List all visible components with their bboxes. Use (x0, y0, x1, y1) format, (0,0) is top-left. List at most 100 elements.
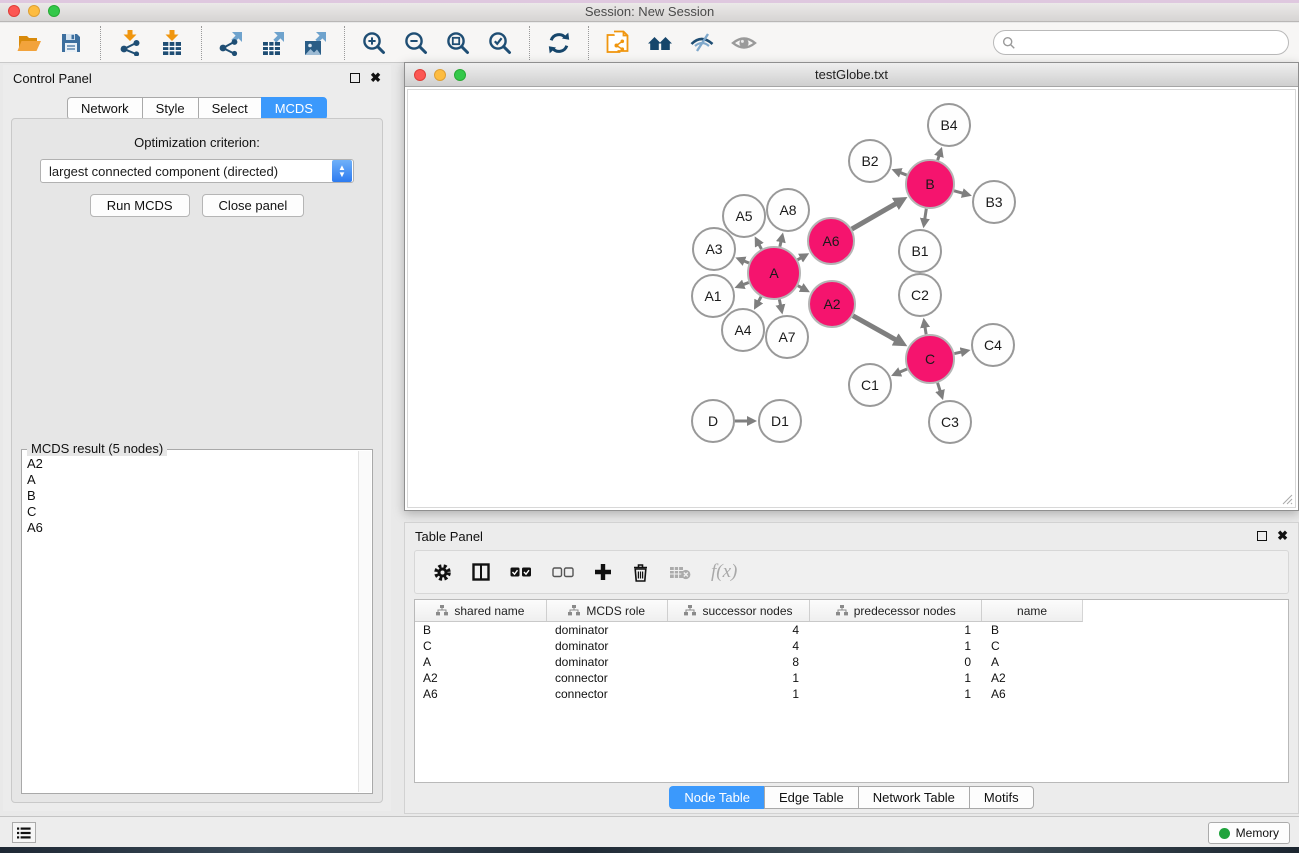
graph-edge[interactable] (925, 327, 926, 335)
export-image-button[interactable] (301, 29, 329, 57)
result-item[interactable]: B (27, 488, 358, 504)
network-file-button[interactable] (604, 29, 632, 57)
table-row[interactable]: Adominator80A (415, 654, 1288, 670)
column-header-shared-name[interactable]: shared name (415, 600, 547, 621)
close-panel-icon[interactable]: ✖ (370, 70, 381, 86)
table-cell: 4 (668, 639, 811, 653)
graph-edge[interactable] (938, 383, 941, 392)
zoom-selected-icon (487, 30, 513, 56)
import-network-button[interactable] (116, 29, 144, 57)
function-builder-button[interactable]: f(x) (711, 561, 737, 583)
search-field[interactable] (993, 30, 1289, 55)
tab-style[interactable]: Style (142, 97, 198, 120)
graph-edge[interactable] (954, 191, 963, 194)
table-cell: 1 (668, 687, 811, 701)
criterion-select[interactable]: largest connected component (directed) ▲… (40, 159, 354, 183)
zoom-in-icon (361, 30, 387, 56)
graph-edge[interactable] (852, 203, 896, 229)
table-toolbar: f(x) (414, 550, 1289, 594)
memory-button[interactable]: Memory (1208, 822, 1290, 844)
table-close-panel-icon[interactable]: ✖ (1277, 528, 1288, 544)
export-network-button[interactable] (217, 29, 245, 57)
gear-icon (433, 563, 452, 582)
zoom-out-button[interactable] (402, 29, 430, 57)
refresh-button[interactable] (545, 29, 573, 57)
result-item[interactable]: A2 (27, 456, 358, 472)
table-settings-button[interactable] (433, 563, 452, 582)
table-row[interactable]: A6connector11A6 (415, 686, 1288, 702)
table-float-panel-icon[interactable] (1257, 531, 1267, 541)
table-cell: 8 (668, 655, 811, 669)
column-header-name[interactable]: name (982, 600, 1082, 621)
table-row[interactable]: Cdominator41C (415, 638, 1288, 654)
save-session-button[interactable] (57, 29, 85, 57)
delete-table-button[interactable] (669, 565, 691, 580)
close-panel-button[interactable]: Close panel (202, 194, 305, 217)
titlebar-accent (0, 0, 1299, 3)
tab-node-table[interactable]: Node Table (669, 786, 764, 809)
column-header-predecessor-nodes[interactable]: predecessor nodes (810, 600, 982, 621)
graph-edge[interactable] (900, 172, 907, 175)
export-table-button[interactable] (259, 29, 287, 57)
graph-edge[interactable] (853, 316, 896, 340)
graph-edge[interactable] (779, 299, 780, 305)
graph-node-label: B (925, 176, 934, 192)
result-item[interactable]: A6 (27, 520, 358, 536)
tab-motifs[interactable]: Motifs (969, 786, 1034, 809)
graph-edge[interactable] (744, 261, 749, 263)
delete-column-button[interactable] (632, 563, 649, 582)
graph-edge[interactable] (798, 258, 802, 260)
open-session-button[interactable] (15, 29, 43, 57)
tab-select[interactable]: Select (198, 97, 261, 120)
graph-edge[interactable] (938, 155, 940, 160)
show-columns-button[interactable] (472, 563, 490, 581)
tab-network[interactable]: Network (67, 97, 142, 120)
window-resize-grip[interactable] (1281, 493, 1293, 505)
graph-edge[interactable] (954, 352, 961, 354)
hide-graphics-button[interactable] (688, 29, 716, 57)
graph-edge[interactable] (925, 209, 927, 220)
column-header-successor-nodes[interactable]: successor nodes (668, 600, 811, 621)
import-table-button[interactable] (158, 29, 186, 57)
tab-edge-table[interactable]: Edge Table (764, 786, 858, 809)
table-row[interactable]: Bdominator41B (415, 622, 1288, 638)
select-all-button[interactable] (510, 566, 532, 578)
search-input[interactable] (1016, 36, 1288, 50)
graph-node-label: A6 (822, 233, 839, 249)
graph-edge[interactable] (759, 244, 762, 249)
zoom-fit-button[interactable] (444, 29, 472, 57)
plus-icon (594, 563, 612, 581)
zoom-in-button[interactable] (360, 29, 388, 57)
result-item[interactable]: C (27, 504, 358, 520)
network-window-titlebar[interactable]: testGlobe.txt (405, 63, 1298, 87)
tab-mcds[interactable]: MCDS (261, 97, 327, 120)
result-scrollbar[interactable] (358, 451, 371, 792)
graph-edge[interactable] (780, 241, 781, 246)
table-panel: Table Panel ✖ (404, 522, 1299, 814)
graph-node-label: C3 (941, 414, 959, 430)
unchecked-boxes-icon (552, 566, 574, 578)
deselect-all-button[interactable] (552, 566, 574, 578)
zoom-selected-button[interactable] (486, 29, 514, 57)
mcds-result-list: A2ABCA6 (22, 456, 358, 791)
tab-network-table[interactable]: Network Table (858, 786, 969, 809)
home-view-button[interactable] (646, 29, 674, 57)
graph-edge[interactable] (798, 286, 802, 288)
task-history-button[interactable] (12, 822, 36, 843)
table-cell: connector (547, 687, 668, 701)
add-column-button[interactable] (594, 563, 612, 581)
graph-edge[interactable] (743, 283, 749, 285)
graph-node-label: A2 (823, 296, 840, 312)
run-mcds-button[interactable]: Run MCDS (90, 194, 190, 217)
graph-edge[interactable] (758, 297, 761, 302)
column-header-MCDS-role[interactable]: MCDS role (547, 600, 668, 621)
node-table[interactable]: shared nameMCDS rolesuccessor nodesprede… (414, 599, 1289, 783)
graph-edge[interactable] (899, 369, 907, 372)
desktop-background (0, 847, 1299, 853)
show-graphics-button[interactable] (730, 29, 758, 57)
app-title: Session: New Session (0, 4, 1299, 19)
float-panel-icon[interactable] (350, 73, 360, 83)
result-item[interactable]: A (27, 472, 358, 488)
table-row[interactable]: A2connector11A2 (415, 670, 1288, 686)
network-canvas[interactable]: B4B2BB3A5A8A6A3B1AA1C2A2A4A7C4CC1C3DD1 (407, 89, 1296, 508)
